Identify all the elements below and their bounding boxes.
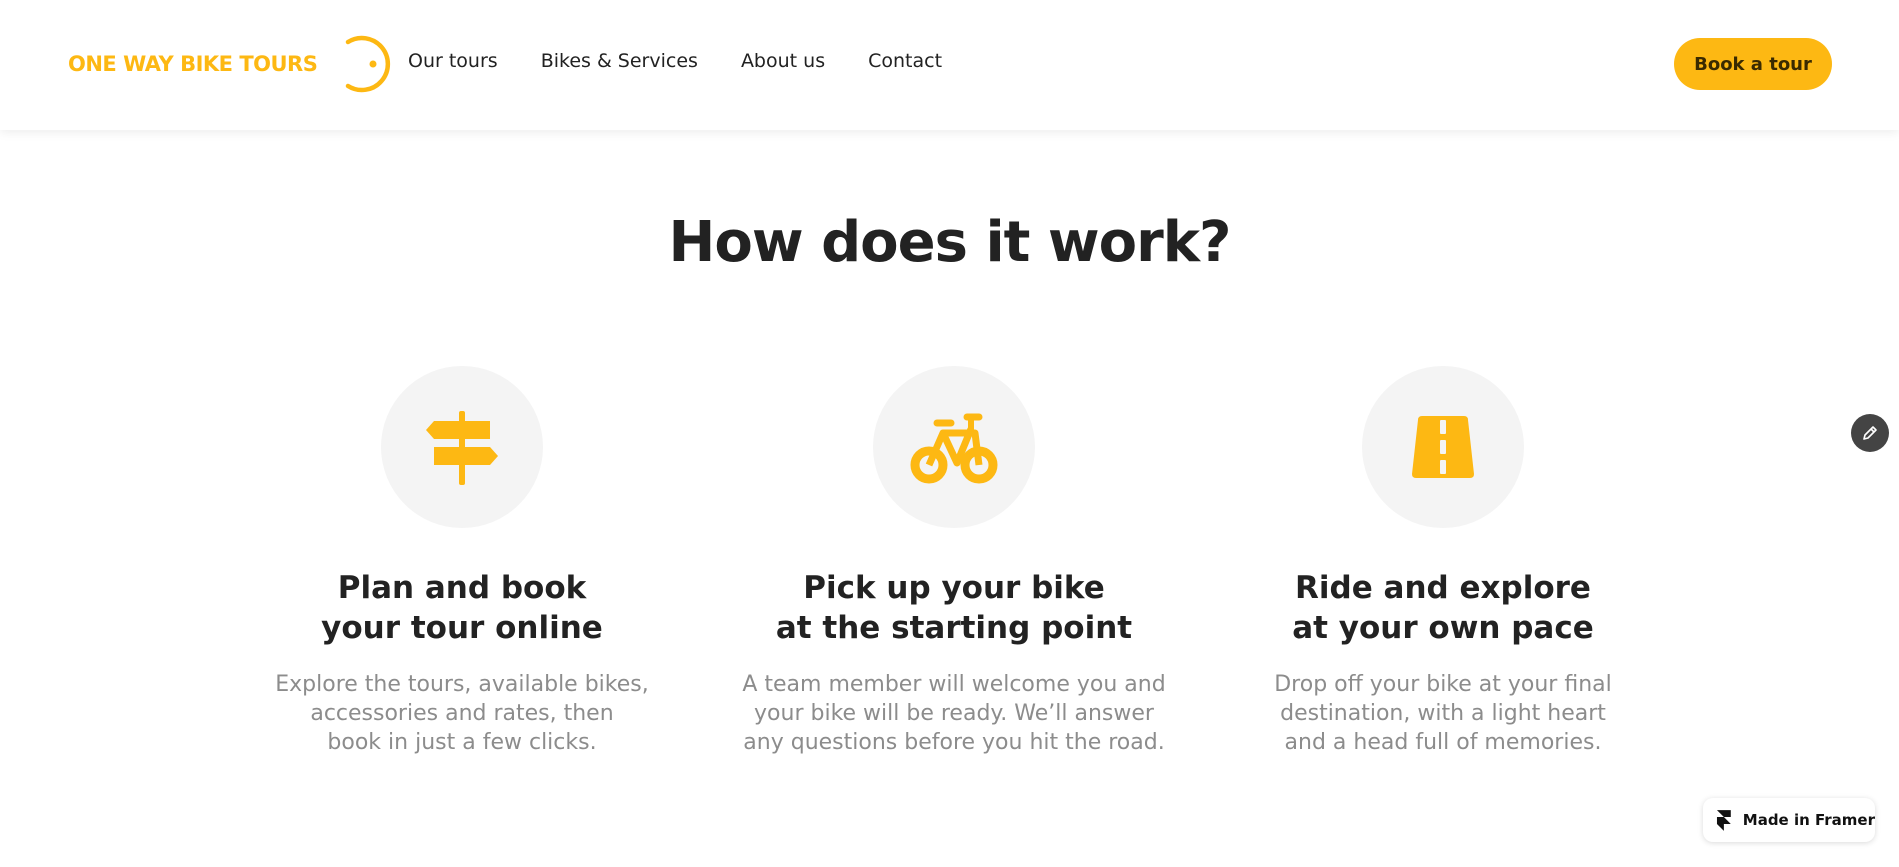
framer-badge-label: Made in Framer — [1742, 811, 1875, 829]
nav-bikes-services[interactable]: Bikes & Services — [541, 50, 698, 72]
step-description: Explore the tours, available bikes, acce… — [242, 670, 682, 757]
logo-link[interactable]: ONE WAY BIKE TOURS — [68, 34, 391, 94]
framer-logo-icon — [1716, 810, 1731, 831]
step-icon-circle — [1362, 366, 1524, 528]
signpost-icon — [426, 411, 498, 485]
step-desc-line: A team member will welcome you and — [742, 672, 1166, 697]
step-icon-circle — [873, 366, 1035, 528]
step-title-line: Plan and book — [337, 570, 587, 606]
step-desc-line: accessories and rates, then — [310, 701, 614, 726]
step-description: A team member will welcome you and your … — [734, 670, 1174, 757]
step-title-line: your tour online — [321, 610, 603, 646]
step-desc-line: any questions before you hit the road. — [743, 730, 1165, 755]
nav-our-tours[interactable]: Our tours — [408, 50, 498, 72]
step-title: Pick up your bike at the starting point — [734, 568, 1174, 648]
step-description: Drop off your bike at your final destina… — [1223, 670, 1663, 757]
site-header: ONE WAY BIKE TOURS Our tours Bikes & Ser… — [0, 0, 1899, 130]
step-title-line: Pick up your bike — [803, 570, 1105, 606]
step-title-line: at your own pace — [1292, 610, 1594, 646]
step-desc-line: and a head full of memories. — [1284, 730, 1602, 755]
step-title: Ride and explore at your own pace — [1223, 568, 1663, 648]
section-heading: How does it work? — [668, 210, 1232, 275]
step-desc-line: destination, with a light heart — [1280, 701, 1606, 726]
logo-ring-icon — [345, 35, 391, 93]
step-title-line: at the starting point — [775, 610, 1133, 646]
edit-button[interactable] — [1851, 414, 1889, 452]
step-icon-circle — [381, 366, 543, 528]
step-pick-up-bike: Pick up your bike at the starting point … — [734, 366, 1174, 757]
step-plan-book: Plan and book your tour online Explore t… — [242, 366, 682, 757]
step-title: Plan and book your tour online — [242, 568, 682, 648]
nav-about-us[interactable]: About us — [741, 50, 825, 72]
road-icon — [1412, 416, 1474, 478]
nav-contact[interactable]: Contact — [868, 50, 942, 72]
main-nav: Our tours Bikes & Services About us Cont… — [408, 50, 942, 72]
step-desc-line: Drop off your bike at your final — [1274, 672, 1612, 697]
step-desc-line: book in just a few clicks. — [327, 730, 597, 755]
step-ride-explore: Ride and explore at your own pace Drop o… — [1223, 366, 1663, 757]
bicycle-icon — [910, 413, 998, 484]
step-desc-line: your bike will be ready. We’ll answer — [754, 701, 1154, 726]
book-tour-button[interactable]: Book a tour — [1674, 38, 1832, 90]
step-title-line: Ride and explore — [1295, 570, 1591, 606]
made-in-framer-badge[interactable]: Made in Framer — [1703, 798, 1875, 842]
pencil-icon — [1863, 426, 1877, 440]
step-desc-line: Explore the tours, available bikes, — [275, 672, 649, 697]
